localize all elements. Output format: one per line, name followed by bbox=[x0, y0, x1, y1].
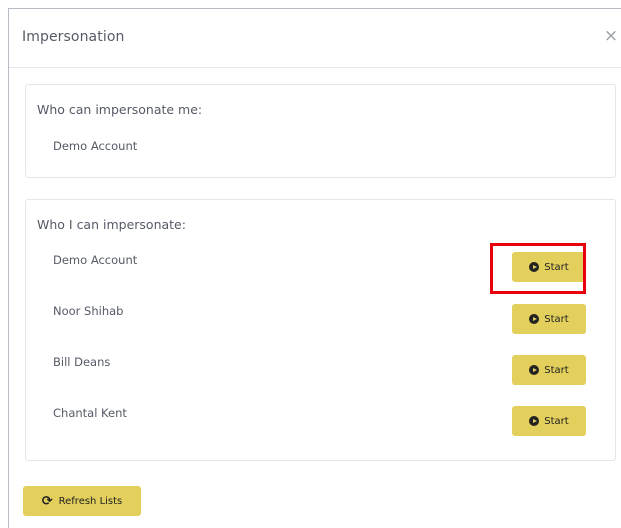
play-circle-icon bbox=[529, 365, 540, 375]
impersonation-modal: Impersonation × Who can impersonate me: … bbox=[8, 8, 621, 528]
who-i-can-impersonate-card: Who I can impersonate: Demo Account Star… bbox=[25, 199, 616, 461]
card-heading: Who can impersonate me: bbox=[37, 102, 203, 117]
start-impersonation-button[interactable]: Start bbox=[512, 355, 586, 385]
who-can-impersonate-me-card: Who can impersonate me: Demo Account bbox=[25, 84, 616, 178]
start-impersonation-button[interactable]: Start bbox=[512, 304, 586, 334]
person-name: Demo Account bbox=[53, 139, 138, 153]
start-label: Start bbox=[544, 261, 569, 273]
person-name: Chantal Kent bbox=[53, 406, 127, 420]
refresh-lists-button[interactable]: ⟳ Refresh Lists bbox=[23, 486, 141, 516]
card-heading: Who I can impersonate: bbox=[37, 217, 186, 232]
start-impersonation-button[interactable]: Start bbox=[512, 406, 586, 436]
start-label: Start bbox=[544, 313, 569, 325]
start-label: Start bbox=[544, 364, 569, 376]
modal-title: Impersonation bbox=[22, 29, 125, 45]
start-impersonation-button[interactable]: Start bbox=[512, 252, 586, 282]
refresh-label: Refresh Lists bbox=[58, 495, 123, 507]
header-divider bbox=[9, 67, 621, 68]
person-name: Noor Shihab bbox=[53, 304, 124, 318]
play-circle-icon bbox=[529, 416, 540, 426]
person-name: Bill Deans bbox=[53, 355, 111, 369]
play-circle-icon bbox=[529, 262, 540, 272]
start-label: Start bbox=[544, 415, 569, 427]
refresh-icon: ⟳ bbox=[41, 493, 53, 509]
play-circle-icon bbox=[529, 314, 540, 324]
close-icon[interactable]: × bbox=[601, 26, 621, 46]
modal-header: Impersonation × bbox=[9, 9, 621, 67]
person-name: Demo Account bbox=[53, 253, 138, 267]
